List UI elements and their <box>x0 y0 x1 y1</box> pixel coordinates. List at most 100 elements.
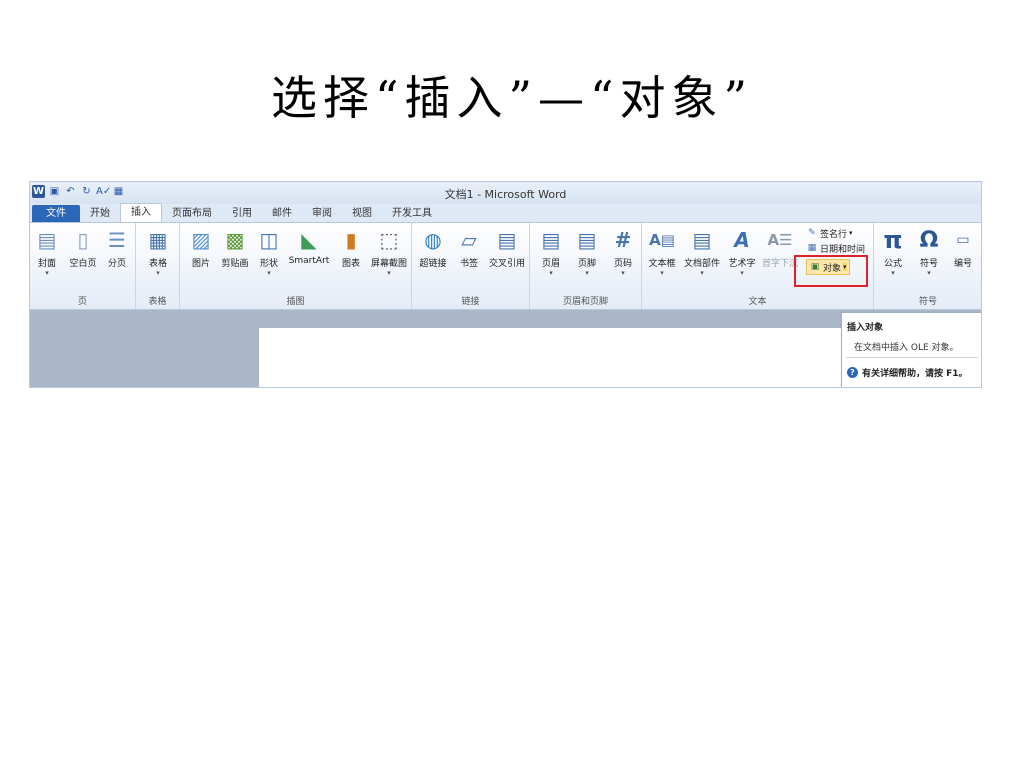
equation-button[interactable]: π 公式 ▾ <box>876 226 910 277</box>
tab-review[interactable]: 审阅 <box>302 205 342 222</box>
bookmark-button[interactable]: ▱ 书签 <box>452 227 486 269</box>
cover-label: 封面 <box>37 259 56 269</box>
header-button[interactable]: ▤ 页眉 ▾ <box>534 227 568 277</box>
group-pages: ▤ 封面 ▾ ▯ 空白页 ☰ 分页 页 <box>30 223 136 309</box>
table-button[interactable]: ▦ 表格 ▾ <box>141 227 175 277</box>
dropdown-arrow-icon: ▾ <box>660 269 664 277</box>
word-window: W ▣ ↶ ↻ A✓ ▦ 文档1 - Microsoft Word 文件 开始 … <box>29 181 982 388</box>
blank-page-label: 空白页 <box>69 259 97 269</box>
group-label-tables: 表格 <box>148 297 167 307</box>
group-links: ◍ 超链接 ▱ 书签 ▤ 交叉引用 链接 <box>412 223 530 309</box>
symbol-button[interactable]: Ω 符号 ▾ <box>912 227 946 278</box>
group-label-pages: 页 <box>77 297 87 307</box>
quick-parts-button[interactable]: ▤ 文档部件 ▾ <box>682 227 722 277</box>
tab-home[interactable]: 开始 <box>80 205 120 222</box>
smartart-label: SmartArt <box>288 256 330 266</box>
tooltip-title: 插入对象 <box>847 323 884 333</box>
textbox-button[interactable]: A▤ 文本框 ▾ <box>644 227 680 277</box>
chart-icon: ▮ <box>345 228 357 252</box>
tab-insert[interactable]: 插入 <box>120 203 162 222</box>
title-bar: W ▣ ↶ ↻ A✓ ▦ 文档1 - Microsoft Word <box>30 182 981 204</box>
tab-developer[interactable]: 开发工具 <box>382 205 442 222</box>
wordart-icon: A <box>734 228 750 252</box>
group-tables: ▦ 表格 ▾ 表格 <box>136 223 180 309</box>
tab-view[interactable]: 视图 <box>342 205 382 222</box>
footer-button[interactable]: ▤ 页脚 ▾ <box>570 227 604 277</box>
page-number-label: 页码 <box>613 259 632 269</box>
signature-icon: ✎ <box>808 227 816 238</box>
smartart-icon: ◣ <box>301 228 317 252</box>
dropdown-arrow-icon: ▾ <box>740 269 744 277</box>
equation-label: 公式 <box>883 259 902 269</box>
dropdown-arrow-icon: ▾ <box>891 269 895 277</box>
number-label: 编号 <box>953 259 972 269</box>
header-label: 页眉 <box>541 259 560 269</box>
dropcap-icon: A☰ <box>767 231 793 249</box>
cross-reference-icon: ▤ <box>497 228 517 252</box>
number-icon: ▭ <box>956 232 970 248</box>
picture-label: 图片 <box>191 259 210 269</box>
chart-label: 图表 <box>341 259 360 269</box>
object-highlight-box <box>794 255 868 287</box>
quick-parts-label: 文档部件 <box>683 259 720 269</box>
insert-object-tooltip: 插入对象 在文档中插入 OLE 对象。 ? 有关详细帮助，请按 F1。 <box>841 312 981 387</box>
dropdown-arrow-icon: ▾ <box>267 269 271 277</box>
bookmark-icon: ▱ <box>461 228 477 252</box>
dropdown-arrow-icon: ▾ <box>45 269 49 277</box>
page-break-button[interactable]: ☰ 分页 <box>100 227 134 269</box>
ribbon-tabs: 文件 开始 插入 页面布局 引用 邮件 审阅 视图 开发工具 <box>30 203 981 223</box>
calendar-icon: ▦ <box>807 242 817 253</box>
slide-title: 选择“插入”—“对象” <box>270 71 754 125</box>
tab-page-layout[interactable]: 页面布局 <box>162 205 222 222</box>
shapes-label: 形状 <box>259 259 278 269</box>
dropdown-arrow-icon: ▾ <box>700 269 704 277</box>
tab-mailings[interactable]: 邮件 <box>262 205 302 222</box>
wordart-label: 艺术字 <box>728 259 756 269</box>
datetime-label: 日期和时间 <box>820 244 866 255</box>
tooltip-help: ? 有关详细帮助，请按 F1。 <box>847 366 968 379</box>
screenshot-icon: ⬚ <box>379 228 399 252</box>
datetime-button[interactable]: ▦ 日期和时间 <box>806 241 865 255</box>
cross-reference-label: 交叉引用 <box>488 259 525 269</box>
hyperlink-button[interactable]: ◍ 超链接 <box>416 227 450 269</box>
blank-page-icon: ▯ <box>77 228 89 252</box>
page-number-icon: # <box>614 228 632 252</box>
omega-icon: Ω <box>919 227 939 253</box>
footer-icon: ▤ <box>577 228 597 252</box>
group-illustrations: ▨ 图片 ▩ 剪贴画 ◫ 形状 ▾ ◣ SmartArt ▮ 图表 ⬚ 屏幕截图… <box>180 223 412 309</box>
group-symbols: π 公式 ▾ Ω 符号 ▾ ▭ 编号 符号 <box>874 223 981 309</box>
help-icon: ? <box>847 367 858 378</box>
chart-button[interactable]: ▮ 图表 <box>334 227 368 269</box>
textbox-label: 文本框 <box>648 259 676 269</box>
number-button[interactable]: ▭ 编号 <box>946 227 980 269</box>
tab-file[interactable]: 文件 <box>32 205 80 222</box>
table-grid-icon: ▦ <box>148 228 168 252</box>
clipart-button[interactable]: ▩ 剪贴画 <box>218 227 252 269</box>
group-header-footer: ▤ 页眉 ▾ ▤ 页脚 ▾ # 页码 ▾ 页眉和页脚 <box>530 223 642 309</box>
bookmark-label: 书签 <box>459 259 478 269</box>
dropdown-arrow-icon: ▾ <box>621 269 625 277</box>
tooltip-divider <box>846 357 978 358</box>
picture-button[interactable]: ▨ 图片 <box>184 227 218 269</box>
wordart-button[interactable]: A 艺术字 ▾ <box>724 227 760 277</box>
group-label-links: 链接 <box>461 297 480 307</box>
cover-button[interactable]: ▤ 封面 ▾ <box>30 227 64 277</box>
dropdown-arrow-icon: ▾ <box>849 229 853 237</box>
clipart-label: 剪贴画 <box>221 259 249 269</box>
textbox-icon: A▤ <box>649 231 675 249</box>
header-icon: ▤ <box>541 228 561 252</box>
blank-page-button[interactable]: ▯ 空白页 <box>66 227 100 269</box>
signature-line-button[interactable]: ✎ 签名行 ▾ <box>806 226 853 240</box>
cross-reference-button[interactable]: ▤ 交叉引用 <box>486 227 528 269</box>
tab-references[interactable]: 引用 <box>222 205 262 222</box>
smartart-button[interactable]: ◣ SmartArt <box>286 227 332 266</box>
group-label-illustrations: 插图 <box>286 297 305 307</box>
group-label-header-footer: 页眉和页脚 <box>562 297 608 307</box>
shapes-button[interactable]: ◫ 形状 ▾ <box>252 227 286 277</box>
dropdown-arrow-icon: ▾ <box>387 269 391 277</box>
cover-icon: ▤ <box>37 228 57 252</box>
dropdown-arrow-icon: ▾ <box>549 269 553 277</box>
document-page[interactable] <box>259 328 905 387</box>
page-number-button[interactable]: # 页码 ▾ <box>606 227 640 277</box>
screenshot-button[interactable]: ⬚ 屏幕截图 ▾ <box>368 227 410 277</box>
